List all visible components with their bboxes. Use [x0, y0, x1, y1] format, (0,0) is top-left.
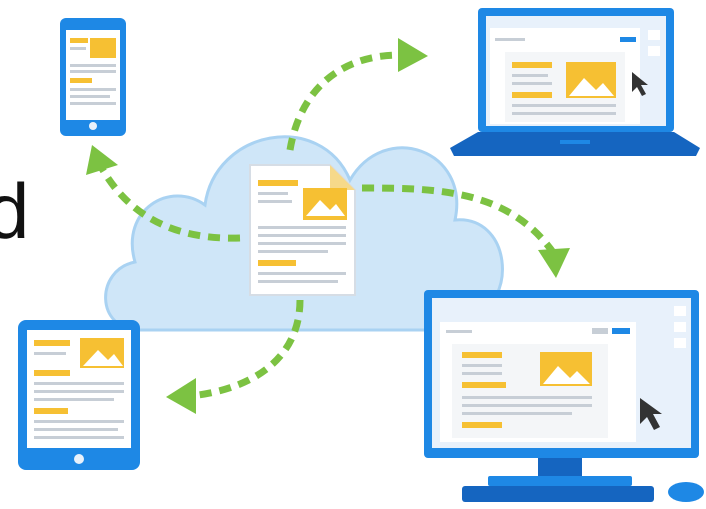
desktop-monitor-icon: [424, 290, 699, 502]
tablet-icon: [18, 320, 140, 470]
mouse-icon: [668, 482, 704, 502]
clipped-text-fragment: d: [0, 167, 30, 255]
laptop-icon: [450, 8, 700, 156]
document-icon: [249, 164, 356, 296]
cloud-sync-illustration: [18, 8, 704, 502]
illustration-canvas: r d: [0, 0, 706, 504]
phone-icon: [60, 18, 126, 136]
